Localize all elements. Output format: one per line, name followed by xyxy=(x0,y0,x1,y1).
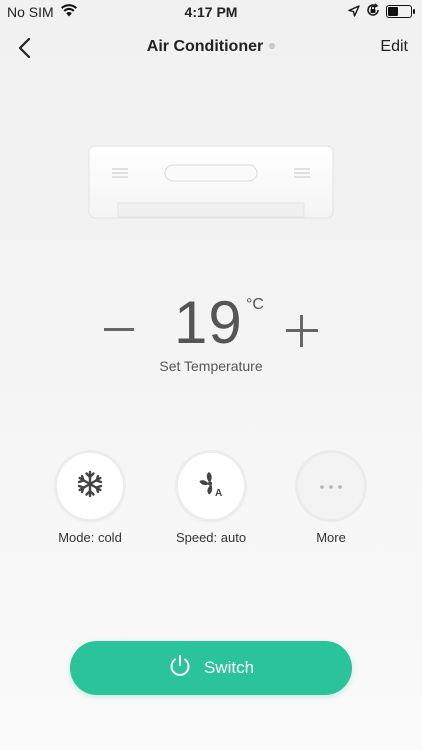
speed-label: Speed: auto xyxy=(175,530,247,545)
page-title: Air Conditioner xyxy=(0,38,422,56)
switch-label: Switch xyxy=(203,658,255,677)
mode-button[interactable] xyxy=(57,453,123,519)
online-status-dot xyxy=(269,43,276,49)
orientation-lock-icon xyxy=(366,3,380,20)
mode-label: Mode: cold xyxy=(58,530,122,545)
plus-icon[interactable] xyxy=(286,315,318,347)
status-bar: No SIM 4:17 PM xyxy=(0,0,422,24)
svg-text:A: A xyxy=(215,488,222,499)
location-arrow-icon xyxy=(348,4,360,20)
temperature-unit: °C xyxy=(246,296,264,313)
more-button[interactable] xyxy=(298,453,364,519)
edit-button[interactable]: Edit xyxy=(380,38,408,56)
more-label: More xyxy=(316,530,346,545)
temperature-label: Set Temperature xyxy=(159,358,263,374)
snowflake-icon xyxy=(76,470,104,503)
more-dots-icon xyxy=(318,477,344,495)
switch-button[interactable]: Switch xyxy=(70,641,352,695)
power-icon xyxy=(168,654,192,683)
temperature-control: 19 °C xyxy=(0,288,422,358)
page-title-text: Air Conditioner xyxy=(146,38,264,55)
temperature-value: 19 xyxy=(174,289,243,356)
speed-button[interactable]: A xyxy=(178,453,244,519)
minus-icon[interactable] xyxy=(104,328,134,331)
speed-control: A Speed: auto xyxy=(151,453,271,545)
more-control: More xyxy=(271,453,391,545)
battery-icon xyxy=(386,5,415,18)
mode-control: Mode: cold xyxy=(30,453,150,545)
fan-auto-icon: A xyxy=(196,469,226,504)
air-conditioner-image xyxy=(88,145,334,220)
navbar: Air Conditioner Edit xyxy=(0,30,422,66)
